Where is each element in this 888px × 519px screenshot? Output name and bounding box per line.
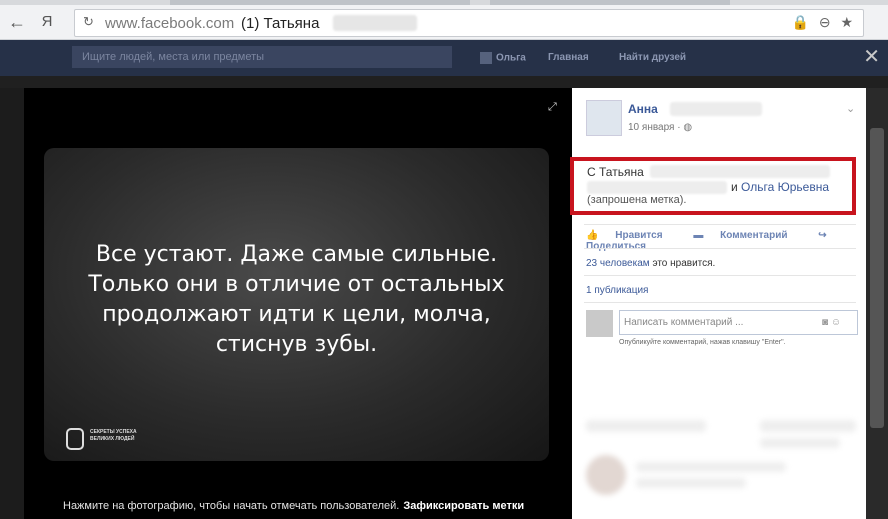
divider [584, 248, 856, 249]
redacted-surname [670, 102, 762, 116]
logo-icon [66, 428, 84, 450]
blurred-ad-image [586, 455, 626, 495]
audience-icon[interactable]: ◍ [683, 122, 692, 133]
address-icons: 🔒 ⊖ ★ [785, 14, 853, 31]
post-date[interactable]: 10 января · ◍ [628, 122, 692, 133]
likes-count-link[interactable]: 23 человекам [586, 258, 650, 269]
logo-text: СЕКРЕТЫ УСПЕХА ВЕЛИКИХ ЛЮДЕЙ [90, 429, 137, 442]
quote-line: продолжают идти к цели, молча, [102, 302, 491, 327]
lock-icon[interactable]: 🔒 [791, 14, 808, 30]
quote-line: стиснув зубы. [215, 332, 378, 357]
nav-user[interactable]: Ольга [480, 52, 526, 64]
quote-line: Все устают. Даже самые сильные. [95, 242, 498, 267]
yandex-button[interactable]: Я [36, 11, 58, 33]
address-bar: ← Я ↻ www.facebook.com (1) Татьяна 🔒 ⊖ ★ [0, 5, 888, 40]
facebook-header: Ищите людей, места или предметы Ольга Гл… [0, 40, 888, 76]
finish-tagging-button[interactable]: Зафиксировать метки [403, 500, 524, 512]
url-host: www.facebook.com [105, 15, 235, 32]
smiley-icon[interactable]: ☺ [831, 317, 841, 328]
divider [584, 275, 856, 276]
url-field[interactable]: ↻ www.facebook.com (1) Татьяна 🔒 ⊖ ★ [74, 9, 864, 37]
thumbs-up-icon: 👍 [586, 230, 599, 241]
post-panel: Анна 10 января · ◍ ⌄ [572, 88, 866, 519]
highlight-box [570, 157, 856, 215]
photo[interactable]: Все устают. Даже самые сильные. Только о… [44, 148, 549, 461]
like-button[interactable]: 👍 Нравится [586, 230, 677, 241]
blurred-ad [636, 478, 746, 488]
search-input[interactable]: Ищите людей, места или предметы [72, 46, 452, 68]
share-icon: ↪ [818, 230, 827, 241]
comment-hint: Опубликуйте комментарий, нажав клавишу "… [619, 339, 786, 346]
scrollbar-thumb[interactable] [870, 128, 884, 428]
comment-icon: ▬ [693, 230, 704, 241]
camera-icon[interactable]: ◙ [822, 317, 828, 328]
commenter-avatar [586, 310, 613, 337]
shares-count-link[interactable]: 1 публикация [586, 285, 648, 296]
comment-attach-icons: ◙ ☺ [822, 317, 841, 328]
photo-quote: Все устают. Даже самые сильные. Только о… [44, 240, 549, 360]
redacted-name [333, 15, 417, 31]
user-avatar-icon [480, 52, 492, 64]
expand-icon[interactable]: ⤢ [548, 101, 557, 114]
likes-summary: 23 человекам это нравится. [586, 258, 716, 269]
chevron-down-icon[interactable]: ⌄ [846, 102, 855, 115]
close-icon[interactable]: ✕ [863, 44, 880, 69]
zoom-icon[interactable]: ⊖ [819, 14, 831, 30]
tag-hint: Нажмите на фотографию, чтобы начать отме… [63, 500, 525, 512]
divider [584, 224, 856, 225]
blurred-ad [760, 438, 840, 448]
blurred-ad [760, 420, 856, 432]
scrollbar[interactable] [866, 88, 888, 519]
author-name[interactable]: Анна [628, 102, 658, 116]
blurred-ad [636, 462, 786, 472]
comment-button[interactable]: ▬ Комментарий [693, 230, 801, 241]
dimmed-content [0, 76, 888, 88]
nav-home[interactable]: Главная [548, 52, 589, 63]
page-title: (1) Татьяна [241, 15, 320, 32]
blurred-ad [586, 420, 706, 432]
nav-find-friends[interactable]: Найти друзей [619, 52, 686, 63]
star-icon[interactable]: ★ [840, 14, 853, 30]
reload-icon[interactable]: ↻ [83, 14, 94, 30]
back-button[interactable]: ← [6, 11, 28, 33]
author-avatar[interactable] [586, 100, 622, 136]
quote-line: Только они в отличие от остальных [88, 272, 505, 297]
divider [584, 302, 856, 303]
